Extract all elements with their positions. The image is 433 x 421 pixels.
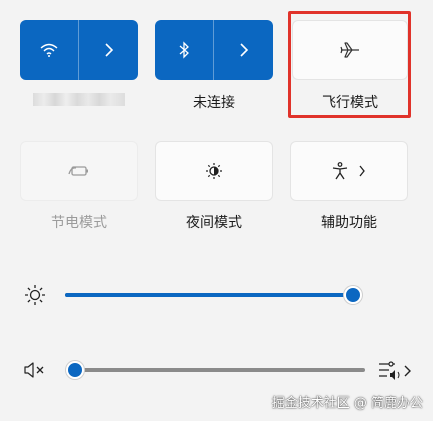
brightness-slider-track[interactable] <box>65 293 353 297</box>
chevron-right-icon <box>239 43 248 57</box>
wifi-icon <box>40 43 58 57</box>
battery-saver-label: 节电模式 <box>51 215 107 231</box>
brightness-slider-thumb[interactable] <box>344 286 362 304</box>
brightness-icon <box>25 285 45 305</box>
chevron-right-icon <box>104 43 113 57</box>
bluetooth-icon <box>179 41 189 59</box>
accessibility-tile[interactable] <box>290 141 408 201</box>
audio-output-icon[interactable] <box>378 359 412 381</box>
watermark: 掘金技术社区 @ 简鹿办公 <box>271 396 423 411</box>
wifi-expand-button[interactable] <box>79 20 138 80</box>
highlight-box <box>288 11 411 118</box>
battery-saver-icon <box>68 166 88 176</box>
battery-saver-tile[interactable] <box>20 141 138 201</box>
wifi-toggle-button[interactable] <box>20 20 78 80</box>
night-light-tile[interactable] <box>155 141 273 201</box>
muted-speaker-icon[interactable] <box>24 362 46 378</box>
bluetooth-toggle-button[interactable] <box>155 20 213 80</box>
volume-slider-track[interactable] <box>75 368 365 372</box>
accessibility-icon <box>332 162 348 180</box>
accessibility-label: 辅助功能 <box>321 215 377 231</box>
bluetooth-tile <box>155 20 273 80</box>
night-light-label: 夜间模式 <box>186 215 242 231</box>
wifi-network-name-redacted <box>33 93 125 106</box>
bluetooth-label: 未连接 <box>193 95 235 111</box>
bluetooth-expand-button[interactable] <box>214 20 273 80</box>
brightness-slider-fill <box>65 293 353 297</box>
volume-slider-thumb[interactable] <box>66 361 84 379</box>
chevron-right-icon <box>359 165 365 177</box>
night-light-icon <box>206 163 222 179</box>
wifi-tile <box>20 20 138 80</box>
